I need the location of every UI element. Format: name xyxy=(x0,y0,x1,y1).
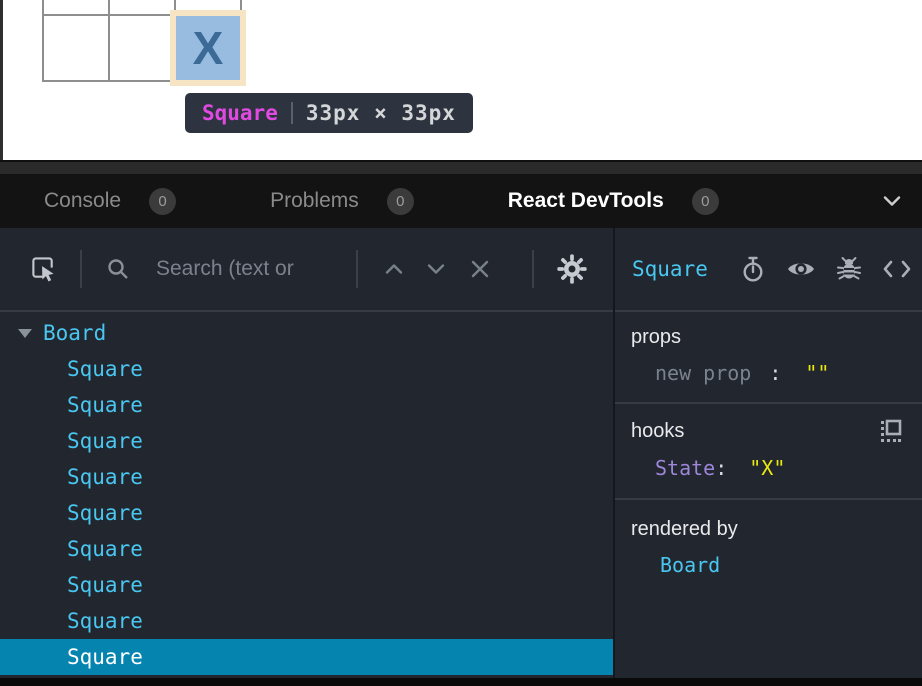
board-cell-inspected[interactable]: X xyxy=(176,16,240,80)
tree-item-label: Square xyxy=(67,357,143,381)
chevron-down-icon[interactable] xyxy=(882,195,902,207)
props-section-title: props xyxy=(631,326,906,349)
search-icon xyxy=(106,257,130,281)
hook-state-label: State xyxy=(655,456,715,480)
board-cell[interactable] xyxy=(44,16,108,80)
toolbar-divider xyxy=(356,250,358,288)
tree-item-square[interactable]: Square xyxy=(0,351,613,387)
tree-item-square[interactable]: Square xyxy=(0,531,613,567)
tab-problems-badge: 0 xyxy=(387,188,414,215)
tree-item-board[interactable]: Board xyxy=(0,315,613,351)
inspector-header: Square xyxy=(615,228,922,312)
browser-page: X Square 33px × 33px xyxy=(0,0,922,160)
tab-console-label: Console xyxy=(44,189,121,213)
parse-hook-names-icon[interactable] xyxy=(878,418,904,444)
tic-tac-toe-board: X xyxy=(42,0,242,82)
inspect-tooltip: Square 33px × 33px xyxy=(185,93,473,133)
tree-toolbar: Search (text or xyxy=(0,228,613,312)
tree-item-label: Square xyxy=(67,501,143,525)
profiler-stopwatch-icon[interactable] xyxy=(740,255,766,283)
tooltip-separator xyxy=(291,102,293,124)
tree-item-label: Square xyxy=(67,429,143,453)
bottom-strip xyxy=(0,678,922,686)
tab-react-devtools[interactable]: React DevTools 0 xyxy=(508,188,719,215)
tab-react-devtools-label: React DevTools xyxy=(508,189,664,213)
tree-item-square[interactable]: Square xyxy=(0,495,613,531)
board-cell[interactable] xyxy=(110,0,174,14)
react-devtools-panel: Search (text or xyxy=(0,228,922,678)
rendered-by-board-link[interactable]: Board xyxy=(631,553,906,577)
tree-item-label: Square xyxy=(67,609,143,633)
window-edge xyxy=(0,0,3,160)
tab-console[interactable]: Console 0 xyxy=(44,188,176,215)
toolbar-divider xyxy=(532,250,534,288)
caret-down-icon[interactable] xyxy=(18,329,32,338)
rendered-by-section: rendered by Board xyxy=(615,500,922,678)
prop-colon: : xyxy=(769,361,781,385)
devtools-top-strip xyxy=(0,160,922,174)
hooks-section: hooks State : "X" xyxy=(615,404,922,500)
board-cell[interactable] xyxy=(44,0,108,14)
tab-problems[interactable]: Problems 0 xyxy=(270,188,414,215)
view-source-code-icon[interactable] xyxy=(882,257,912,281)
log-bug-icon[interactable] xyxy=(836,256,862,282)
hook-colon: : xyxy=(715,456,727,480)
component-inspector-panel: Square xyxy=(615,228,922,678)
tree-item-square-selected[interactable]: Square xyxy=(0,639,613,675)
tree-item-square[interactable]: Square xyxy=(0,603,613,639)
inspect-dom-eye-icon[interactable] xyxy=(786,258,816,280)
hook-row: State : "X" xyxy=(631,456,906,480)
rendered-by-title: rendered by xyxy=(631,518,906,541)
tree-item-square[interactable]: Square xyxy=(0,387,613,423)
toolbar-divider xyxy=(80,250,82,288)
component-tree: Board Square Square Square Square Square… xyxy=(0,312,613,678)
search-input[interactable]: Search (text or xyxy=(156,257,356,281)
tree-item-label: Board xyxy=(43,321,106,345)
new-prop-input[interactable]: new prop xyxy=(655,361,751,385)
components-tree-panel: Search (text or xyxy=(0,228,613,678)
settings-gear-icon[interactable] xyxy=(556,253,588,285)
prop-row: new prop : "" xyxy=(631,361,906,385)
inspect-element-icon[interactable] xyxy=(30,255,57,284)
tooltip-dimensions: 33px × 33px xyxy=(306,101,456,125)
tree-item-label: Square xyxy=(67,645,143,669)
selected-component-name: Square xyxy=(632,257,708,281)
clear-search-icon[interactable] xyxy=(470,259,490,279)
hook-state-value-input[interactable]: "X" xyxy=(749,456,785,480)
tree-item-label: Square xyxy=(67,537,143,561)
tab-problems-label: Problems xyxy=(270,189,359,213)
tree-item-square[interactable]: Square xyxy=(0,423,613,459)
tree-item-label: Square xyxy=(67,573,143,597)
devtools-tab-bar: Console 0 Problems 0 React DevTools 0 xyxy=(0,174,922,228)
props-section: props new prop : "" xyxy=(615,312,922,404)
tree-item-square[interactable]: Square xyxy=(0,459,613,495)
hooks-section-title: hooks xyxy=(631,420,684,443)
search-prev-icon[interactable] xyxy=(384,263,404,275)
board-cell[interactable] xyxy=(110,16,174,80)
square-value: X xyxy=(193,21,224,75)
tooltip-component-name: Square xyxy=(202,101,278,125)
tab-console-badge: 0 xyxy=(149,188,176,215)
tab-react-devtools-badge: 0 xyxy=(692,188,719,215)
tree-item-square[interactable]: Square xyxy=(0,567,613,603)
tree-item-label: Square xyxy=(67,465,143,489)
new-prop-value-input[interactable]: "" xyxy=(805,361,829,385)
inspect-highlight-content: X xyxy=(176,16,240,80)
search-next-icon[interactable] xyxy=(426,263,446,275)
tree-item-label: Square xyxy=(67,393,143,417)
